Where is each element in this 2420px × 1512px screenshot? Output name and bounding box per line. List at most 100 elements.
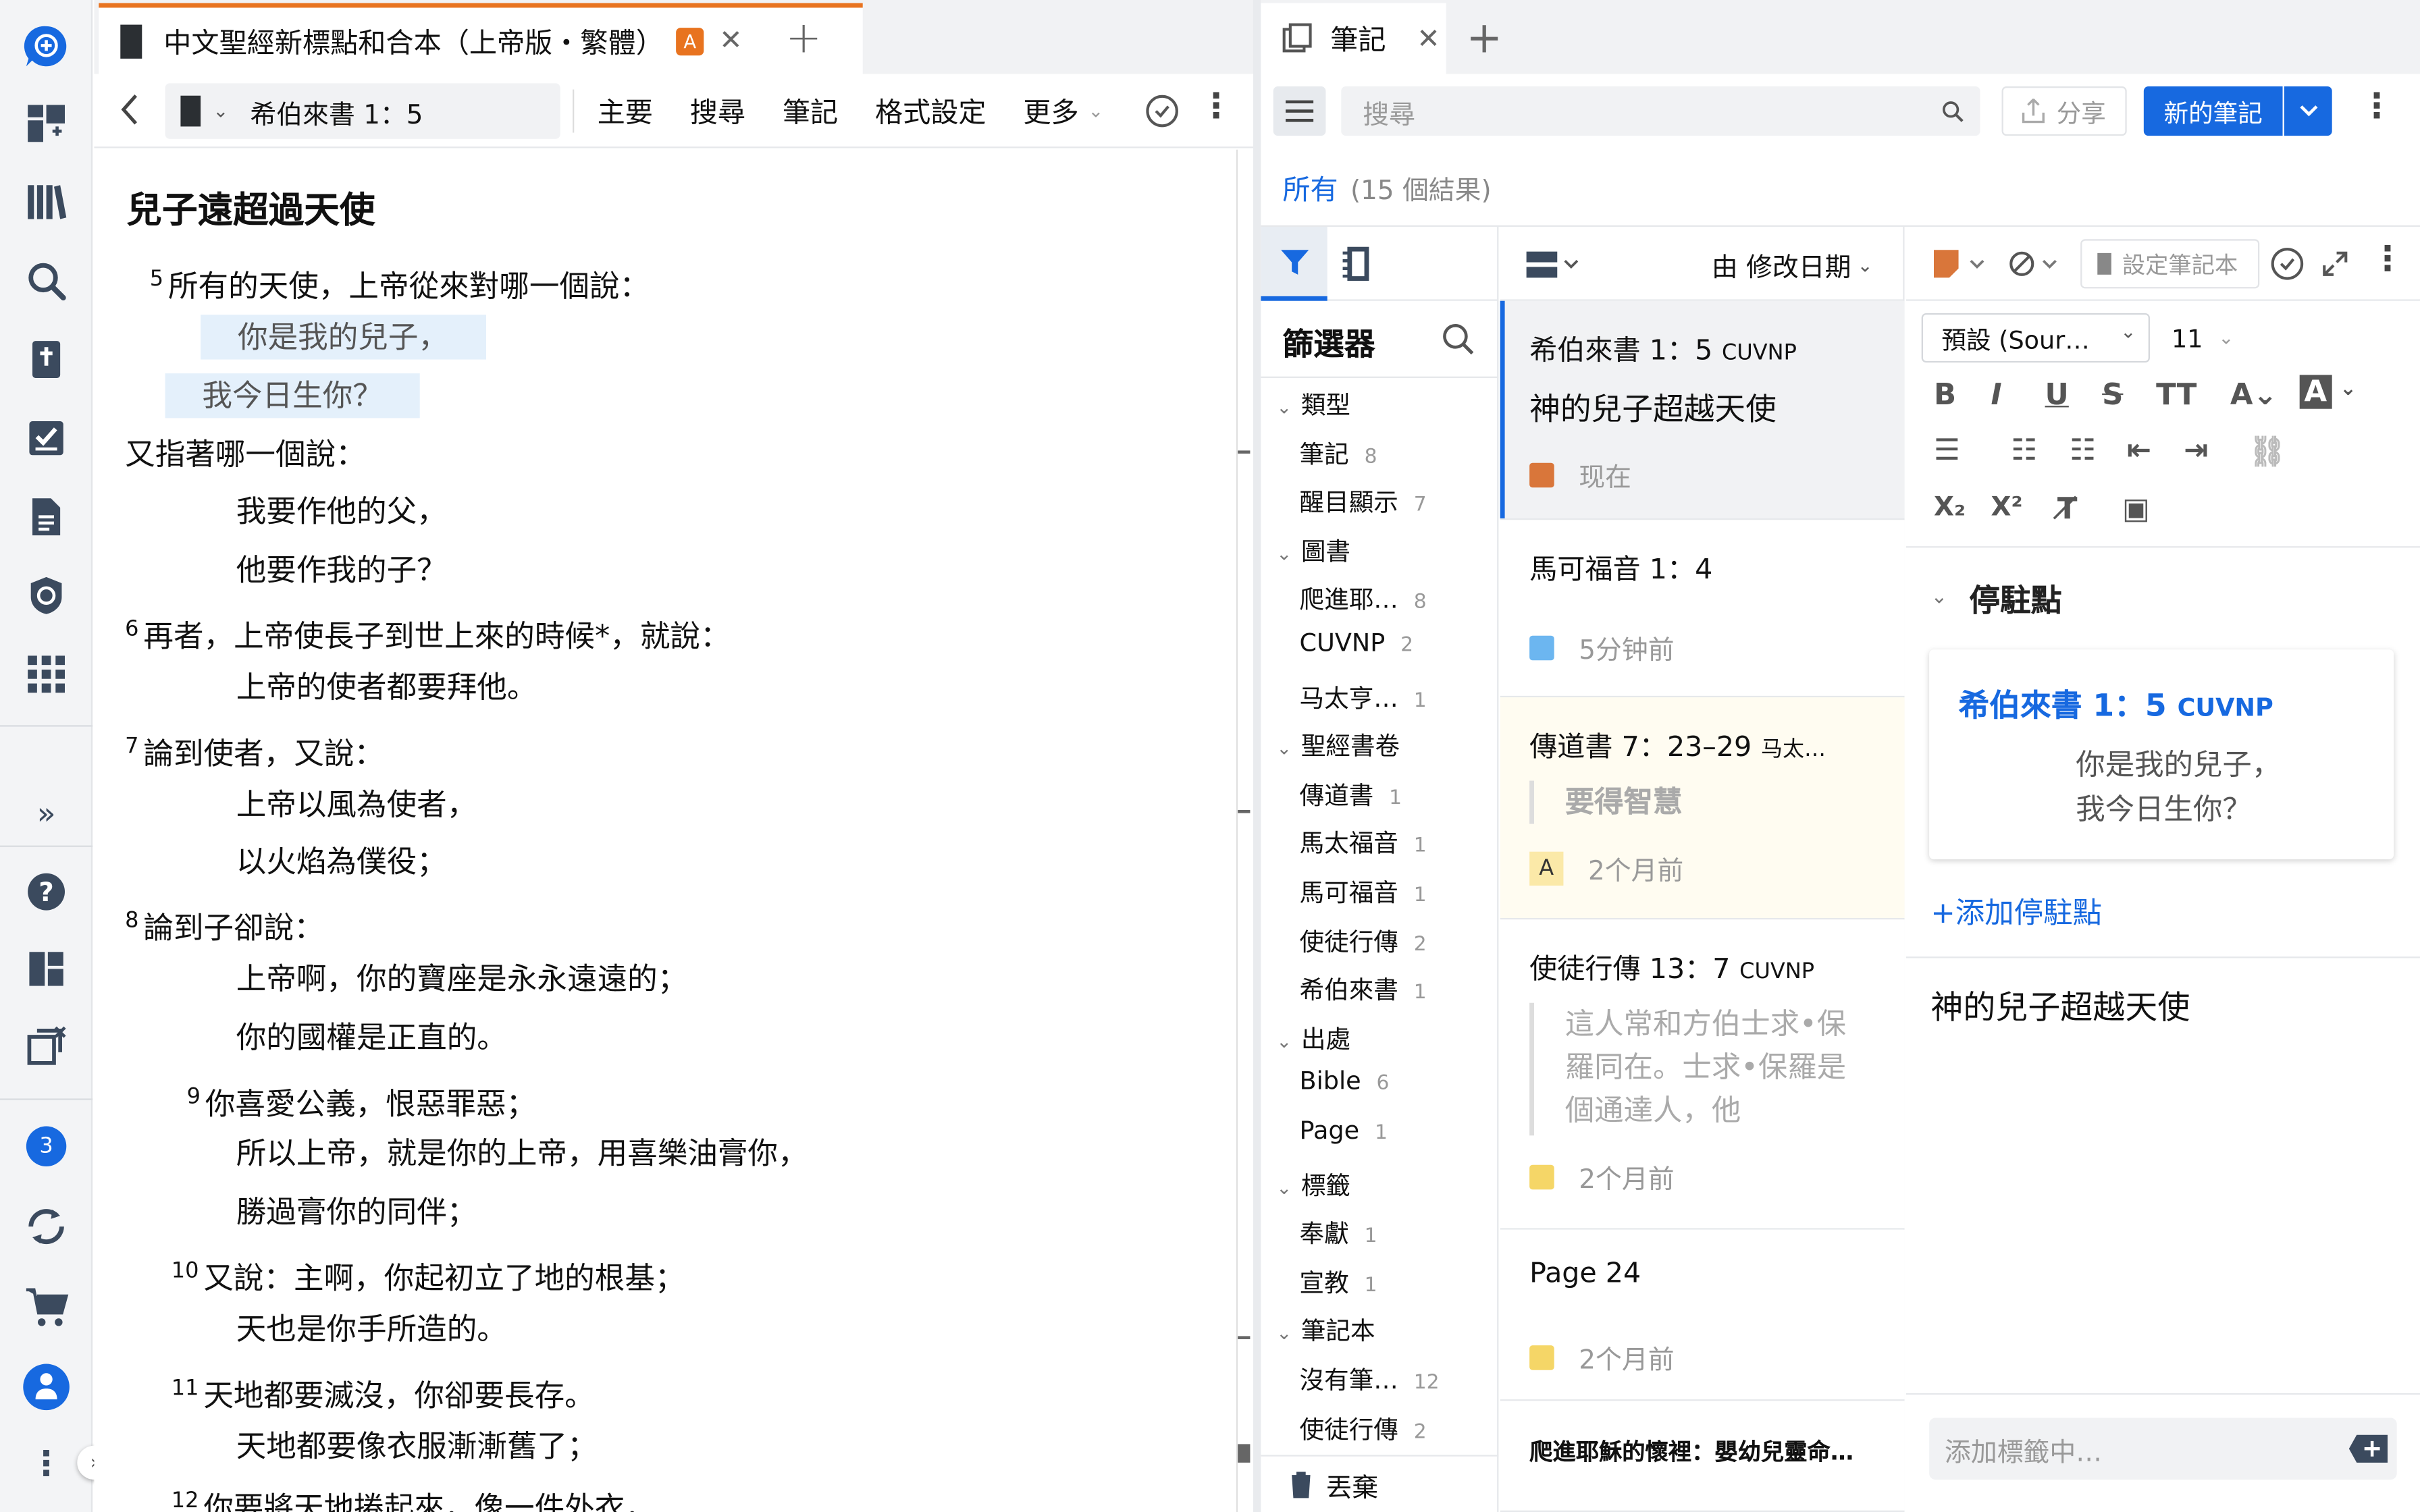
outdent-icon[interactable]: ⇤ <box>2127 433 2151 467</box>
library-icon[interactable] <box>20 176 73 229</box>
help-icon[interactable]: ? <box>20 865 73 918</box>
filter-item[interactable]: 醒目顯示 7 <box>1300 482 1427 519</box>
superscript-icon[interactable]: X² <box>1991 492 2023 523</box>
link-icon[interactable]: ⛓ <box>2248 433 2286 469</box>
verse-line[interactable]: 他要作我的子？ <box>236 547 447 594</box>
numbered-list-icon[interactable]: ☷ <box>2070 433 2096 467</box>
verse-line[interactable]: 所以上帝，就是你的上帝，用喜樂油膏你， <box>236 1131 808 1177</box>
anchors-section-header[interactable]: ⌄ 停駐點 <box>1930 576 2061 620</box>
filter-item[interactable]: CUVNP 2 <box>1300 628 1414 657</box>
panel-divider[interactable] <box>1253 0 1261 1512</box>
more-options-icon[interactable]: ⋮ <box>2371 241 2404 279</box>
apps-grid-icon[interactable] <box>20 648 73 701</box>
menu-search[interactable]: 搜尋 <box>690 91 745 131</box>
note-card[interactable]: 爬進耶穌的懷裡：嬰幼兒靈命… <box>1500 1401 1905 1512</box>
shield-icon[interactable] <box>20 569 73 622</box>
indent-icon[interactable]: ⇥ <box>2184 433 2208 467</box>
verse-line[interactable]: 以火焰為僕役； <box>236 839 447 886</box>
verse-line[interactable]: 10 又說：主啊，你起初立了地的根基； <box>172 1248 685 1302</box>
verse-line[interactable]: 6 再者，上帝使長子到世上來的時候*，就說： <box>125 606 730 660</box>
menu-format[interactable]: 格式設定 <box>875 91 987 131</box>
verse-line[interactable]: 天地都要像衣服漸漸舊了； <box>236 1424 598 1471</box>
text-size-icon[interactable]: TT <box>2156 378 2197 412</box>
search-icon[interactable] <box>20 254 73 307</box>
subscript-icon[interactable]: X₂ <box>1934 492 1966 523</box>
font-size-select[interactable]: 11 ⌄ <box>2159 313 2242 362</box>
bible-tab[interactable]: 中文聖經新標點和合本（上帝版・繁體） A ✕ <box>99 3 863 74</box>
filter-group-header[interactable]: ⌄ 圖書 <box>1276 531 1350 568</box>
verse-line[interactable]: 9 你喜愛公義，恨惡罪惡； <box>187 1074 537 1128</box>
more-vertical-icon[interactable]: ⋮ <box>20 1438 73 1490</box>
filter-item[interactable]: 爬進耶… 8 <box>1300 579 1427 616</box>
filter-item[interactable]: 馬太福音 1 <box>1300 823 1427 860</box>
filter-item[interactable]: 筆記 8 <box>1300 433 1377 470</box>
bold-icon[interactable]: B <box>1934 378 1956 412</box>
menu-main[interactable]: 主要 <box>598 91 653 131</box>
note-card[interactable]: Page 24 2个月前 <box>1500 1229 1905 1401</box>
reference-box[interactable]: ⌄ 希伯來書 1：5 <box>165 83 560 139</box>
add-anchor-link[interactable]: +添加停駐點 <box>1930 890 2102 932</box>
verse-line[interactable]: 我要作他的父， <box>236 489 447 536</box>
more-options-icon[interactable]: ⋮ <box>1199 88 1233 126</box>
note-style-icon[interactable] <box>1933 248 1989 279</box>
check-circle-icon[interactable] <box>2270 247 2304 281</box>
filter-item[interactable]: 傳道書 1 <box>1300 774 1402 811</box>
clear-format-icon[interactable]: T̸ <box>2057 492 2078 526</box>
chevron-down-icon[interactable]: ⌄ <box>2340 378 2357 401</box>
hamburger-menu-icon[interactable] <box>1273 86 1326 136</box>
verse-line[interactable]: 5 所有的天使，上帝從來對哪一個說： <box>150 256 650 310</box>
font-color-icon[interactable]: A⌄ <box>2230 378 2278 412</box>
dashboard-add-icon[interactable] <box>20 97 73 150</box>
chevron-down-icon[interactable]: ⌄ <box>1088 101 1103 122</box>
anchor-reference[interactable]: 希伯來書 1：5 <box>1959 686 2167 724</box>
verse-line[interactable]: 天也是你手所造的。 <box>236 1307 507 1353</box>
image-icon[interactable]: ▣ <box>2122 492 2150 526</box>
note-card[interactable]: 馬可福音 1：4 5分钟前 <box>1500 520 1905 698</box>
trash-button[interactable]: 丟棄 <box>1289 1465 1378 1505</box>
notebook-select[interactable]: 設定筆記本 <box>2080 239 2260 289</box>
chevron-down-icon[interactable]: ⌄ <box>213 101 228 122</box>
filter-item[interactable]: 使徒行傳 2 <box>1300 921 1427 958</box>
close-panels-icon[interactable] <box>20 1020 73 1073</box>
verse-line[interactable]: 勝過膏你的同伴； <box>236 1189 477 1236</box>
filter-group-header[interactable]: ⌄ 類型 <box>1276 384 1350 421</box>
verse-line[interactable]: 你的國權是正直的。 <box>236 1015 507 1062</box>
check-circle-icon[interactable] <box>1145 94 1179 128</box>
underline-icon[interactable]: U <box>2045 378 2069 412</box>
notebook-tab[interactable] <box>1341 245 1372 282</box>
verse-line[interactable]: 8 論到子卻說： <box>125 898 324 952</box>
reference-text[interactable]: 希伯來書 1：5 <box>250 92 423 130</box>
filter-item[interactable]: 奉獻 1 <box>1300 1213 1377 1250</box>
notes-tab[interactable]: 筆記 ✕ <box>1261 3 1446 74</box>
new-note-dropdown[interactable] <box>2284 86 2332 136</box>
filter-item[interactable]: Page 1 <box>1300 1116 1388 1145</box>
document-icon[interactable] <box>20 491 73 543</box>
verse-line[interactable]: 7 論到使者，又說： <box>125 724 384 778</box>
filter-item[interactable]: 馬可福音 1 <box>1300 871 1427 909</box>
notes-search-input[interactable]: 搜尋 <box>1341 86 1980 136</box>
menu-notes[interactable]: 筆記 <box>783 91 838 131</box>
verse-line[interactable]: 12 你要將天地捲起來，像一件外衣， <box>172 1478 655 1512</box>
note-card[interactable]: 希伯來書 1：5 CUVNP 神的兒子超越天使 现在 <box>1500 300 1905 520</box>
checklist-icon[interactable] <box>20 412 73 464</box>
verse-line[interactable]: 你是我的兒子， <box>201 315 485 361</box>
view-mode-icon[interactable] <box>1526 251 1579 279</box>
filter-tab[interactable] <box>1261 226 1327 301</box>
all-filter-link[interactable]: 所有 <box>1282 167 1338 207</box>
align-icon[interactable]: ☰ <box>1934 433 1960 467</box>
filter-group-header[interactable]: ⌄ 聖經書卷 <box>1276 726 1400 763</box>
reader-scrollbar[interactable] <box>1236 149 1253 1512</box>
filter-group-header[interactable]: ⌄ 標籤 <box>1276 1164 1350 1202</box>
no-highlight-icon[interactable] <box>2009 248 2065 279</box>
menu-more[interactable]: 更多 <box>1023 91 1078 131</box>
tag-input[interactable]: 添加標籤中… <box>1929 1418 2397 1480</box>
verse-line[interactable]: 11 天地都要滅沒，你卻要長存。 <box>172 1366 595 1420</box>
search-icon[interactable] <box>1941 101 1964 124</box>
font-family-select[interactable]: 預設 (Sour… ⌄ <box>1921 313 2150 363</box>
filter-item[interactable]: Bible 6 <box>1300 1066 1390 1096</box>
verse-line[interactable]: 又指著哪一個說： <box>125 432 366 479</box>
new-tab-icon[interactable]: + <box>785 12 822 63</box>
account-icon[interactable] <box>20 1361 73 1413</box>
cart-icon[interactable] <box>20 1280 73 1333</box>
bullet-list-icon[interactable]: ☷ <box>2011 433 2037 467</box>
